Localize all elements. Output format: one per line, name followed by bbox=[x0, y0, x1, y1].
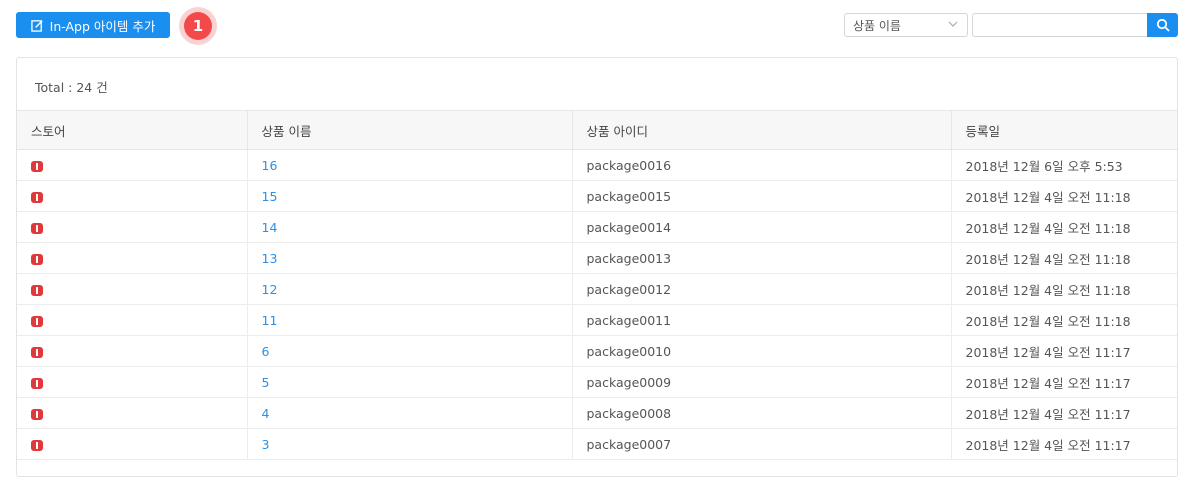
table-row: 13 package0013 2018년 12월 4일 오전 11:18 bbox=[17, 242, 1177, 274]
add-inapp-item-button[interactable]: In-App 아이템 추가 bbox=[16, 12, 170, 38]
store-badge-icon bbox=[31, 315, 43, 327]
store-badge-icon bbox=[31, 222, 43, 234]
registered-date: 2018년 12월 4일 오전 11:17 bbox=[951, 428, 1177, 460]
product-id: package0007 bbox=[572, 428, 952, 460]
registered-date: 2018년 12월 4일 오전 11:17 bbox=[951, 335, 1177, 367]
product-name-link[interactable]: 13 bbox=[247, 242, 573, 274]
product-id: package0010 bbox=[572, 335, 952, 367]
items-table: 스토어 상품 이름 상품 아이디 등록일 16 package0016 2018… bbox=[17, 110, 1177, 460]
search-filter-select[interactable]: 상품 이름 bbox=[844, 13, 968, 37]
product-name-link[interactable]: 11 bbox=[247, 304, 573, 336]
chevron-down-icon bbox=[948, 21, 958, 27]
table-row: 6 package0010 2018년 12월 4일 오전 11:17 bbox=[17, 335, 1177, 367]
store-badge-icon bbox=[31, 346, 43, 358]
store-badge-icon bbox=[31, 160, 43, 172]
store-badge-icon bbox=[31, 191, 43, 203]
step-badge: 1 bbox=[179, 7, 217, 45]
column-header-product-name[interactable]: 상품 이름 bbox=[247, 110, 573, 150]
column-header-registered-date[interactable]: 등록일 bbox=[951, 110, 1177, 150]
search-icon bbox=[1156, 18, 1170, 32]
table-row: 16 package0016 2018년 12월 6일 오후 5:53 bbox=[17, 149, 1177, 181]
edit-icon bbox=[30, 19, 43, 32]
product-name-link[interactable]: 14 bbox=[247, 211, 573, 243]
store-badge-icon bbox=[31, 439, 43, 451]
table-row: 4 package0008 2018년 12월 4일 오전 11:17 bbox=[17, 397, 1177, 429]
table-row: 15 package0015 2018년 12월 4일 오전 11:18 bbox=[17, 180, 1177, 212]
product-id: package0016 bbox=[572, 149, 952, 181]
registered-date: 2018년 12월 4일 오전 11:18 bbox=[951, 180, 1177, 212]
add-button-label: In-App 아이템 추가 bbox=[49, 18, 156, 34]
product-name-link[interactable]: 4 bbox=[247, 397, 573, 429]
product-id: package0014 bbox=[572, 211, 952, 243]
table-row: 12 package0012 2018년 12월 4일 오전 11:18 bbox=[17, 273, 1177, 305]
product-name-link[interactable]: 3 bbox=[247, 428, 573, 460]
column-header-product-id[interactable]: 상품 아이디 bbox=[572, 110, 952, 150]
column-header-store: 스토어 bbox=[17, 110, 248, 150]
product-id: package0013 bbox=[572, 242, 952, 274]
store-badge-icon bbox=[31, 408, 43, 420]
results-panel: Total : 24 건 스토어 상품 이름 상품 아이디 등록일 16 pac… bbox=[16, 57, 1178, 477]
product-name-link[interactable]: 6 bbox=[247, 335, 573, 367]
product-name-link[interactable]: 12 bbox=[247, 273, 573, 305]
store-badge-icon bbox=[31, 253, 43, 265]
store-badge-icon bbox=[31, 377, 43, 389]
registered-date: 2018년 12월 4일 오전 11:17 bbox=[951, 366, 1177, 398]
registered-date: 2018년 12월 4일 오전 11:17 bbox=[951, 397, 1177, 429]
registered-date: 2018년 12월 4일 오전 11:18 bbox=[951, 273, 1177, 305]
product-name-link[interactable]: 5 bbox=[247, 366, 573, 398]
search-filter-value: 상품 이름 bbox=[853, 18, 901, 33]
registered-date: 2018년 12월 4일 오전 11:18 bbox=[951, 242, 1177, 274]
search-button[interactable] bbox=[1147, 13, 1178, 37]
table-row: 5 package0009 2018년 12월 4일 오전 11:17 bbox=[17, 366, 1177, 398]
table-header-row: 스토어 상품 이름 상품 아이디 등록일 bbox=[17, 110, 1177, 150]
product-id: package0008 bbox=[572, 397, 952, 429]
table-row: 14 package0014 2018년 12월 4일 오전 11:18 bbox=[17, 211, 1177, 243]
product-name-link[interactable]: 16 bbox=[247, 149, 573, 181]
product-id: package0015 bbox=[572, 180, 952, 212]
product-id: package0012 bbox=[572, 273, 952, 305]
table-row: 3 package0007 2018년 12월 4일 오전 11:17 bbox=[17, 428, 1177, 460]
registered-date: 2018년 12월 6일 오후 5:53 bbox=[951, 149, 1177, 181]
product-name-link[interactable]: 15 bbox=[247, 180, 573, 212]
product-id: package0011 bbox=[572, 304, 952, 336]
registered-date: 2018년 12월 4일 오전 11:18 bbox=[951, 211, 1177, 243]
total-count: Total : 24 건 bbox=[35, 80, 108, 95]
registered-date: 2018년 12월 4일 오전 11:18 bbox=[951, 304, 1177, 336]
product-id: package0009 bbox=[572, 366, 952, 398]
step-badge-number: 1 bbox=[184, 12, 212, 40]
table-row: 11 package0011 2018년 12월 4일 오전 11:18 bbox=[17, 304, 1177, 336]
store-badge-icon bbox=[31, 284, 43, 296]
search-input[interactable] bbox=[972, 13, 1148, 37]
